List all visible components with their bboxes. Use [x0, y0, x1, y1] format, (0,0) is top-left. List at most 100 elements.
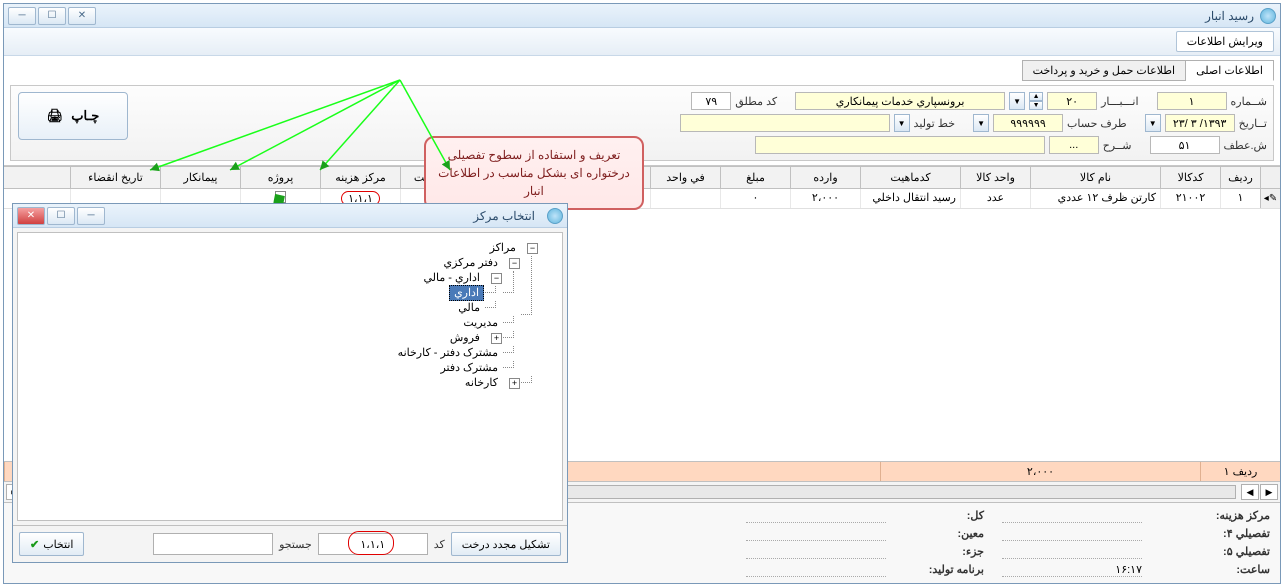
annotation-callout: تعریف و استفاده از سطوح تفصیلی درختواره … [424, 136, 644, 210]
rebuild-tree-button[interactable]: تشکیل مجدد درخت [451, 532, 561, 556]
maximize-button[interactable]: ☐ [38, 7, 66, 25]
col-price[interactable]: مبلغ [720, 167, 790, 188]
info-joz-value [746, 545, 886, 559]
tree-root-label[interactable]: مراکز [486, 241, 520, 255]
dialog-title: انتخاب مرکز [105, 209, 541, 223]
tree-toggle-adminfin[interactable]: − [491, 273, 502, 284]
desc-text-input[interactable] [755, 136, 1045, 154]
tree-mgmt[interactable]: مدیریت [459, 316, 502, 330]
cell-price[interactable]: ۰ [720, 189, 790, 208]
cell-nature: رسید انتقال داخلي [860, 189, 960, 208]
col-row[interactable]: ردیف [1220, 167, 1260, 188]
info-cost-value [1002, 509, 1142, 523]
tree-toggle-central[interactable]: − [509, 258, 520, 269]
date-picker-button[interactable]: ▼ [1145, 114, 1161, 132]
select-label: انتخاب [43, 538, 73, 551]
date-input[interactable] [1165, 114, 1235, 132]
col-unitprice[interactable]: في واحد [650, 167, 720, 188]
col-project[interactable]: پروژه [240, 167, 320, 188]
scroll-left[interactable]: ◀ [1241, 484, 1259, 500]
row-selector[interactable]: ✎◂ [1260, 189, 1280, 208]
sub-tabs: اطلاعات اصلی اطلاعات حمل و خرید و پرداخت [10, 60, 1274, 81]
scroll-right[interactable]: ▶ [1260, 484, 1278, 500]
tree-sales[interactable]: فروش [446, 331, 484, 345]
dialog-search-input[interactable] [153, 533, 273, 555]
form-area: اطلاعات اصلی اطلاعات حمل و خرید و پرداخت… [4, 56, 1280, 166]
tree-shared2[interactable]: مشترک دفتر [436, 361, 502, 375]
tree-toggle-sales[interactable]: + [491, 333, 502, 344]
tree-toggle-factory[interactable]: + [509, 378, 520, 389]
tree-fin[interactable]: مالي [454, 301, 484, 315]
info-time-label: ساعت: [1160, 563, 1270, 577]
dialog-window-controls: ✕ ☐ ─ [17, 207, 105, 225]
info-joz-label: جزء: [904, 545, 984, 559]
warehouse-label: انـــبـــار [1101, 95, 1138, 108]
abscode-input[interactable] [691, 92, 731, 110]
cell-num: ۱ [1220, 189, 1260, 208]
info-time-value: ۱۶:۱۷ [1002, 563, 1142, 577]
close-button[interactable]: ✕ [68, 7, 96, 25]
prodline-input[interactable] [680, 114, 890, 132]
ataf-label: ش.عطف [1224, 139, 1267, 152]
stepper-up-icon[interactable]: ▲ [1029, 92, 1043, 101]
select-button[interactable]: انتخاب ✔ [19, 532, 84, 556]
info-cost-label: مرکز هزینه: [1160, 509, 1270, 523]
col-name[interactable]: نام کالا [1030, 167, 1160, 188]
print-button[interactable]: چـاپ 🖨 [18, 92, 128, 140]
desc-label: شــرح [1103, 139, 1132, 152]
account-label: طرف حساب [1067, 117, 1127, 130]
tree-shared1[interactable]: مشترک دفتر - کارخانه [394, 346, 502, 360]
stepper-down-icon[interactable]: ▼ [1029, 101, 1043, 110]
dialog-code-input[interactable] [318, 533, 428, 555]
warehouse-input[interactable] [1047, 92, 1097, 110]
date-label: تــاریخ [1239, 117, 1267, 130]
tab-transport-info[interactable]: اطلاعات حمل و خرید و پرداخت [1022, 60, 1186, 81]
vendor-input[interactable] [795, 92, 1005, 110]
col-expire[interactable]: تاریخ انقضاء [70, 167, 160, 188]
minimize-button[interactable]: ─ [8, 7, 36, 25]
center-tree[interactable]: − مراکز − دفتر مرکزي − اداري - مالي ادار… [17, 232, 563, 521]
account-input[interactable] [993, 114, 1063, 132]
col-contractor[interactable]: پیمانکار [160, 167, 240, 188]
dialog-footer: تشکیل مجدد درخت کد جستجو انتخاب ✔ [13, 525, 567, 562]
desc-code-input[interactable] [1049, 136, 1099, 154]
col-code[interactable]: کدکالا [1160, 167, 1220, 188]
select-center-dialog: ✕ ☐ ─ انتخاب مرکز − مراکز − دفتر مرکزي − [12, 203, 568, 563]
dialog-close-button[interactable]: ✕ [17, 207, 45, 225]
col-nature[interactable]: کدماهیت [860, 167, 960, 188]
main-title: رسید انبار [96, 9, 1254, 23]
cell-code[interactable]: ۲۱۰۰۲ [1160, 189, 1220, 208]
tree-central-office[interactable]: دفتر مرکزي [439, 256, 501, 270]
dialog-maximize-button[interactable]: ☐ [47, 207, 75, 225]
main-toolbar: ویرایش اطلاعات [4, 28, 1280, 56]
cell-name: کارتن ظرف ۱۲ عددي [1030, 189, 1160, 208]
warehouse-dropdown[interactable]: ▼ [1009, 92, 1025, 110]
prodline-dropdown[interactable]: ▼ [894, 114, 910, 132]
cell-in[interactable]: ۲،۰۰۰ [790, 189, 860, 208]
tree-admin-fin[interactable]: اداري - مالي [419, 271, 483, 285]
project-lookup-button[interactable]: … [275, 191, 286, 203]
info-moin-value [746, 527, 886, 541]
tree-toggle-root[interactable]: − [527, 243, 538, 254]
tree-admin[interactable]: اداري [449, 285, 484, 301]
grid-corner [1260, 167, 1280, 188]
col-cost[interactable]: مرکز هزینه [320, 167, 400, 188]
col-unit[interactable]: واحد کالا [960, 167, 1030, 188]
account-dropdown[interactable]: ▼ [973, 114, 989, 132]
dialog-search-label: جستجو [279, 538, 312, 551]
number-input[interactable] [1157, 92, 1227, 110]
dialog-minimize-button[interactable]: ─ [77, 207, 105, 225]
edit-info-tab[interactable]: ویرایش اطلاعات [1176, 31, 1274, 52]
ataf-input[interactable] [1150, 136, 1220, 154]
warehouse-stepper[interactable]: ▲ ▼ [1029, 92, 1043, 110]
tree-factory[interactable]: کارخانه [461, 376, 502, 390]
check-icon: ✔ [30, 538, 39, 551]
app-icon [1260, 8, 1276, 24]
info-moin-label: معین: [904, 527, 984, 541]
col-in[interactable]: وارده [790, 167, 860, 188]
main-window-controls: ─ ☐ ✕ [8, 7, 96, 25]
main-titlebar: رسید انبار ─ ☐ ✕ [4, 4, 1280, 28]
tab-main-info[interactable]: اطلاعات اصلی [1185, 60, 1274, 81]
cell-unitprice[interactable] [650, 189, 720, 208]
info-kol-value [746, 509, 886, 523]
